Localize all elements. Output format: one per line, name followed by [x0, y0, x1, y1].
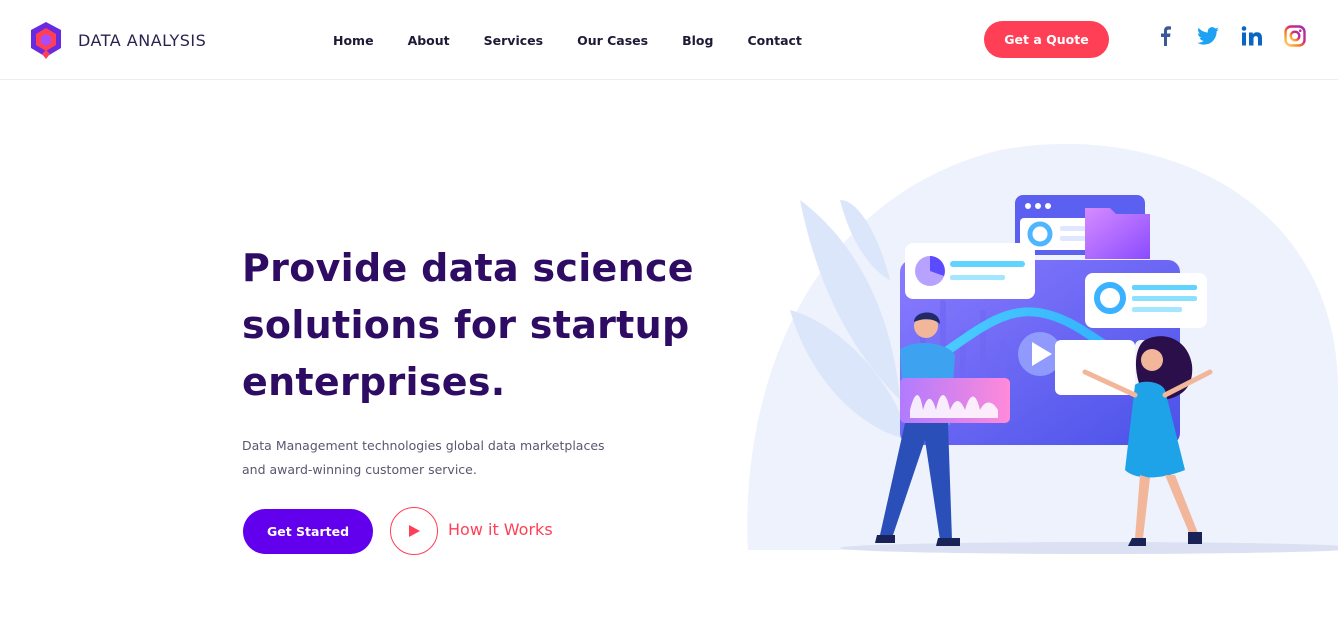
hero-illustration — [747, 143, 1338, 554]
brand-logo[interactable]: DATA ANALYSIS — [26, 20, 206, 60]
description-line-2: and award-winning customer service. — [242, 462, 477, 477]
get-quote-button[interactable]: Get a Quote — [984, 21, 1109, 58]
headline-line-3: enterprises. — [242, 360, 506, 404]
description-line-1: Data Management technologies global data… — [242, 438, 605, 453]
how-it-works-link[interactable]: How it Works — [448, 520, 553, 539]
hero-description: Data Management technologies global data… — [242, 434, 622, 482]
logo-icon — [31, 22, 61, 59]
play-video-button[interactable] — [390, 507, 438, 555]
nav-about[interactable]: About — [408, 33, 450, 48]
headline-line-1: Provide data science — [242, 246, 694, 290]
brand-name: DATA ANALYSIS — [78, 30, 207, 50]
get-started-button[interactable]: Get Started — [243, 509, 373, 554]
instagram-icon[interactable] — [1283, 24, 1307, 48]
main-nav: Home About Services Our Cases Blog Conta… — [316, 0, 819, 80]
nav-blog[interactable]: Blog — [682, 33, 713, 48]
nav-home[interactable]: Home — [333, 33, 374, 48]
hero-headline: Provide data science solutions for start… — [242, 240, 742, 411]
twitter-icon[interactable] — [1196, 24, 1220, 48]
nav-contact[interactable]: Contact — [747, 33, 801, 48]
linkedin-icon[interactable] — [1240, 24, 1264, 48]
headline-line-2: solutions for startup — [242, 303, 690, 347]
site-header: DATA ANALYSIS Home About Services Our Ca… — [0, 0, 1338, 80]
play-icon — [409, 525, 420, 537]
nav-our-cases[interactable]: Our Cases — [577, 33, 648, 48]
nav-services[interactable]: Services — [484, 33, 543, 48]
facebook-icon[interactable] — [1153, 24, 1177, 48]
